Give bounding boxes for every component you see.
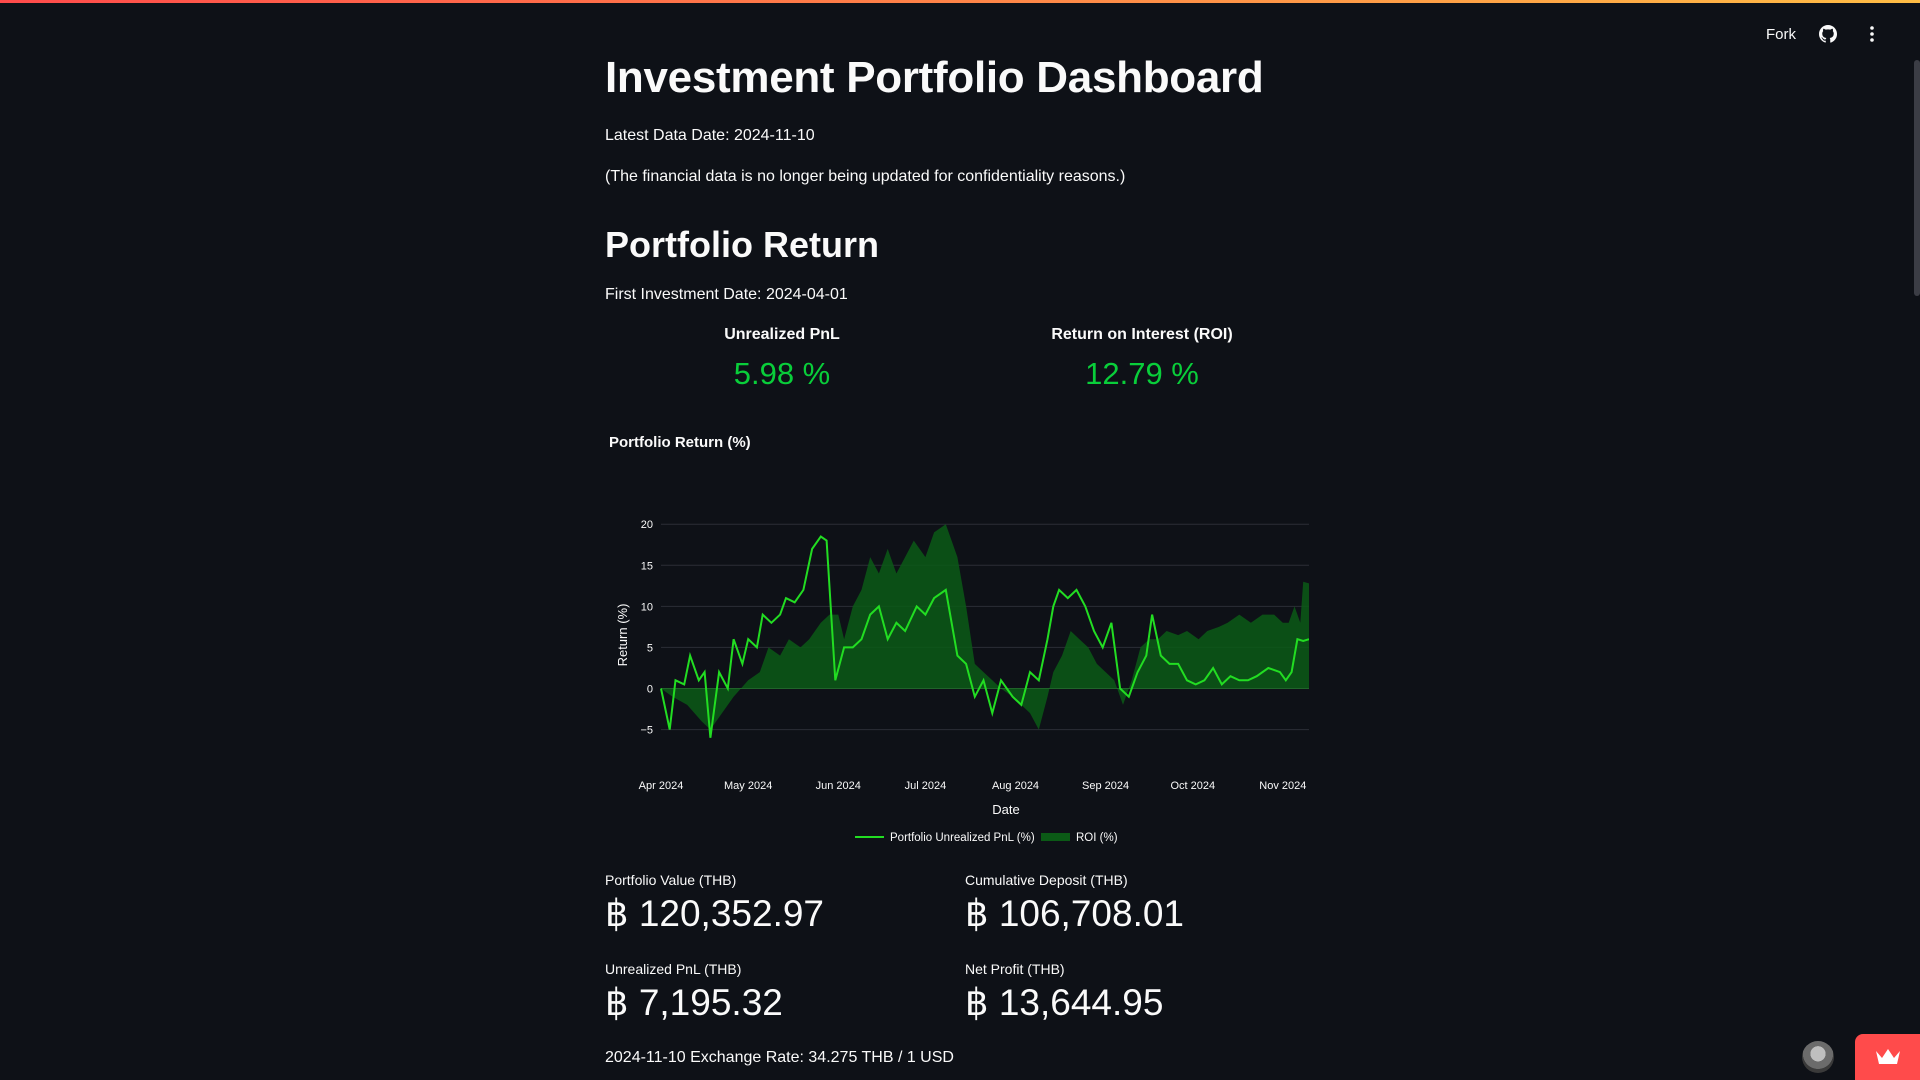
roi-area-series (661, 524, 1309, 730)
y-tick-label: −5 (640, 725, 653, 737)
github-icon[interactable] (1816, 22, 1840, 46)
y-tick-label: 10 (641, 601, 653, 613)
metric-value: ฿ 7,195.32 (605, 982, 783, 1023)
metric-portfolio-value: Portfolio Value (THB) ฿ 120,352.97 (605, 872, 945, 935)
y-axis-label: Return (%) (615, 604, 630, 667)
kpi-unrealized-pnl: Unrealized PnL 5.98 % (652, 326, 912, 392)
x-tick-label: Sep 2024 (1082, 780, 1129, 792)
metric-label: Portfolio Value (THB) (605, 872, 737, 888)
exchange-rate: 2024-11-10 Exchange Rate: 34.275 THB / 1… (605, 1049, 954, 1066)
y-tick-label: 0 (647, 684, 653, 696)
y-tick-label: 5 (647, 642, 653, 654)
page-title: Investment Portfolio Dashboard (605, 53, 1264, 102)
streamlit-crown-icon[interactable] (1855, 1034, 1920, 1080)
legend-roi-label[interactable]: ROI (%) (1076, 832, 1118, 844)
app-toolbar: Fork (1766, 22, 1884, 46)
x-tick-label: Jun 2024 (816, 780, 861, 792)
page-scrollbar[interactable] (1914, 60, 1920, 296)
metric-label: Net Profit (THB) (965, 961, 1065, 977)
x-tick-label: Nov 2024 (1259, 780, 1306, 792)
section-title: Portfolio Return (605, 224, 879, 265)
legend-pnl-label[interactable]: Portfolio Unrealized PnL (%) (890, 832, 1035, 844)
kpi-label: Unrealized PnL (724, 326, 840, 343)
x-tick-label: Jul 2024 (905, 780, 947, 792)
kpi-value: 12.79 % (1085, 356, 1199, 391)
x-tick-label: Apr 2024 (639, 780, 684, 792)
y-tick-label: 20 (641, 519, 653, 531)
x-axis-label: Date (992, 802, 1019, 817)
metric-label: Cumulative Deposit (THB) (965, 872, 1128, 888)
vertical-dots-icon[interactable] (1860, 22, 1884, 46)
latest-data-date: Latest Data Date: 2024-11-10 (605, 127, 815, 144)
metric-value: ฿ 106,708.01 (965, 893, 1185, 934)
first-investment-date: First Investment Date: 2024-04-01 (605, 286, 848, 303)
metric-label: Unrealized PnL (THB) (605, 961, 742, 977)
metric-net-profit: Net Profit (THB) ฿ 13,644.95 (965, 961, 1305, 1024)
avatar[interactable] (1802, 1041, 1834, 1073)
metric-value: ฿ 13,644.95 (965, 982, 1164, 1023)
metric-unrealized-pnl: Unrealized PnL (THB) ฿ 7,195.32 (605, 961, 945, 1024)
x-tick-label: Oct 2024 (1170, 780, 1215, 792)
legend-roi-swatch (1041, 833, 1070, 841)
chart-title: Portfolio Return (%) (609, 434, 751, 451)
kpi-roi: Return on Interest (ROI) 12.79 % (1012, 326, 1272, 392)
top-decoration-bar (0, 0, 1920, 3)
chart-legend: Portfolio Unrealized PnL (%) ROI (%) (855, 832, 1118, 844)
x-tick-label: May 2024 (724, 780, 772, 792)
x-tick-label: Aug 2024 (992, 780, 1039, 792)
metric-cumulative-deposit: Cumulative Deposit (THB) ฿ 106,708.01 (965, 872, 1305, 935)
portfolio-return-chart[interactable]: Portfolio Return (%) 20 15 10 5 0 −5 Apr 2024… (605, 430, 1309, 850)
confidentiality-notice: (The financial data is no longer being u… (605, 168, 1126, 185)
fork-button[interactable]: Fork (1766, 26, 1796, 43)
kpi-label: Return on Interest (ROI) (1051, 326, 1233, 343)
kpi-value: 5.98 % (733, 356, 831, 391)
y-tick-label: 15 (641, 560, 653, 572)
metric-value: ฿ 120,352.97 (605, 893, 825, 934)
